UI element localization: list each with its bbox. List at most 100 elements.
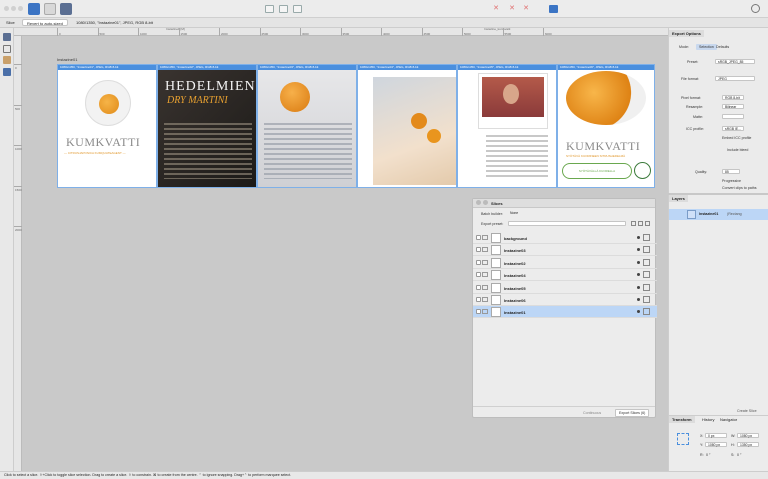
snap-icon[interactable]: [265, 5, 274, 13]
hand-tool-icon[interactable]: [3, 56, 11, 64]
account-icon[interactable]: [751, 4, 760, 13]
export-row-icon[interactable]: [643, 246, 650, 254]
batch-builder-value[interactable]: None: [508, 211, 626, 216]
folder-icon[interactable]: [482, 235, 488, 240]
slice-tool-icon-1[interactable]: ✕: [492, 5, 500, 13]
y-field[interactable]: 1080 px: [705, 442, 727, 447]
slice-row[interactable]: Instazine01: [473, 306, 657, 319]
preset-options-icon[interactable]: [645, 221, 650, 226]
slice-instazine03[interactable]: 1080x1350, "Instazine03", JPEG, RGB 8-bi…: [257, 64, 357, 188]
slice-instazine02[interactable]: 1080x1350, "Instazine02", JPEG, RGB 8-bi…: [157, 64, 257, 188]
export-row-icon[interactable]: [643, 283, 650, 291]
h-field[interactable]: 1350 px: [737, 442, 759, 447]
add-preset-icon[interactable]: [631, 221, 636, 226]
folder-icon[interactable]: [482, 284, 488, 290]
folder-icon[interactable]: [482, 297, 488, 302]
history-tab[interactable]: History: [699, 416, 717, 423]
slice-row[interactable]: Instazine06: [473, 294, 657, 306]
panel-toggle-icon[interactable]: [549, 5, 558, 13]
export-slices-button[interactable]: Export Slices (6): [615, 409, 650, 417]
transform-tab[interactable]: Transform: [669, 416, 695, 423]
export-dot-icon[interactable]: [637, 236, 640, 239]
r-value[interactable]: 0 °: [706, 453, 710, 457]
close-panel-icon[interactable]: [476, 200, 481, 205]
slice-row[interactable]: Instazine03: [473, 244, 657, 257]
mode-defaults-tab[interactable]: Defaults: [716, 45, 729, 49]
convert-clips-checkbox[interactable]: Convert clips to paths: [722, 186, 757, 190]
ruler-tick: [340, 28, 342, 36]
slice-row[interactable]: Instazine05: [473, 282, 657, 294]
w-field[interactable]: 1080 px: [737, 433, 759, 438]
layer-row[interactable]: Instazine01 (Rectang: [669, 209, 768, 220]
x-field[interactable]: 0 px: [705, 433, 727, 438]
folder-icon[interactable]: [482, 309, 488, 315]
export-row-icon[interactable]: [643, 234, 650, 241]
export-dot-icon[interactable]: [637, 273, 640, 277]
zoom-window-button[interactable]: [18, 6, 23, 11]
include-bleed-checkbox[interactable]: Include bleed: [727, 148, 748, 152]
document-name: Instazine01: [57, 57, 78, 62]
minimize-window-button[interactable]: [11, 6, 16, 11]
export-persona-icon[interactable]: [60, 3, 72, 15]
export-row-icon[interactable]: [643, 271, 650, 279]
slice-checkbox[interactable]: [476, 272, 481, 278]
matte-select[interactable]: [722, 114, 744, 119]
export-dot-icon[interactable]: [637, 310, 640, 314]
export-row-icon[interactable]: [643, 296, 650, 303]
resample-select[interactable]: Bilinear: [722, 104, 744, 109]
layers-tab[interactable]: Layers: [669, 195, 688, 202]
grid-icon[interactable]: [279, 5, 288, 13]
mode-selection-tab[interactable]: Selection: [696, 44, 717, 50]
slice-checkbox[interactable]: [476, 284, 481, 290]
s-value[interactable]: 0 °: [737, 453, 741, 457]
export-dot-icon[interactable]: [637, 285, 640, 289]
embed-icc-checkbox[interactable]: Embed ICC profile: [722, 136, 751, 140]
folder-icon[interactable]: [482, 247, 488, 253]
quality-field[interactable]: 85: [722, 169, 740, 174]
anchor-selector[interactable]: [677, 433, 689, 445]
continuous-checkbox[interactable]: Continuous: [583, 411, 601, 415]
slice-tool-icon-3[interactable]: ✕: [522, 5, 530, 13]
settings-icon[interactable]: [483, 200, 488, 205]
navigator-tab[interactable]: Navigator: [717, 416, 740, 423]
ruler-tick: [14, 185, 22, 187]
move-tool-icon[interactable]: [3, 45, 11, 53]
photo-persona-icon[interactable]: [28, 3, 40, 15]
slice-instazine04[interactable]: 1080x1350, "Instazine04", JPEG, RGB 8-bi…: [357, 64, 457, 188]
zoom-tool-icon[interactable]: [3, 68, 11, 76]
file-format-select[interactable]: JPEG: [715, 76, 755, 81]
icc-profile-select[interactable]: sRGB IE...: [722, 126, 744, 131]
folder-icon[interactable]: [482, 259, 488, 265]
slice-instazine06[interactable]: 1080x1350, "Instazine06", JPEG, RGB 8-bi…: [557, 64, 655, 188]
slice-row[interactable]: Instazine02: [473, 257, 657, 269]
slice-checkbox[interactable]: [476, 259, 481, 265]
delete-preset-icon[interactable]: [638, 221, 643, 226]
preset-select[interactable]: sRGB_JPEG_85: [715, 59, 755, 64]
slice-row[interactable]: background: [473, 232, 657, 244]
folder-icon[interactable]: [482, 272, 488, 278]
export-preset-select[interactable]: [508, 221, 626, 226]
export-options-tab[interactable]: Export Options: [669, 30, 704, 37]
hedelmien-title: HEDELMIEN: [165, 79, 256, 94]
liquify-persona-icon[interactable]: [44, 3, 56, 15]
export-dot-icon[interactable]: [637, 298, 640, 301]
slice-checkbox[interactable]: [476, 297, 481, 302]
export-row-icon[interactable]: [643, 308, 650, 316]
slice-instazine05[interactable]: 1080x1350, "Instazine05", JPEG, RGB 8-bi…: [457, 64, 557, 188]
slice-tool-icon[interactable]: [3, 33, 11, 41]
export-row-icon[interactable]: [643, 258, 650, 266]
export-dot-icon[interactable]: [637, 260, 640, 264]
slice-instazine01[interactable]: 1080x1350, "Instazine01", JPEG, RGB 8-bi…: [57, 64, 157, 188]
slice-checkbox[interactable]: [476, 235, 481, 240]
create-slice-button[interactable]: Create Slice: [737, 409, 757, 413]
slice-checkbox[interactable]: [476, 247, 481, 253]
close-window-button[interactable]: [4, 6, 9, 11]
slice-row[interactable]: Instazine04: [473, 269, 657, 282]
guides-icon[interactable]: [293, 5, 302, 13]
pixel-format-select[interactable]: RGB 8-bit: [722, 95, 744, 100]
progressive-checkbox[interactable]: Progressive: [722, 179, 741, 183]
export-dot-icon[interactable]: [637, 248, 640, 252]
revert-auto-sized-button[interactable]: Revert to auto-sized: [22, 19, 68, 26]
slice-checkbox[interactable]: [476, 309, 481, 315]
slice-tool-icon-2[interactable]: ✕: [508, 5, 516, 13]
